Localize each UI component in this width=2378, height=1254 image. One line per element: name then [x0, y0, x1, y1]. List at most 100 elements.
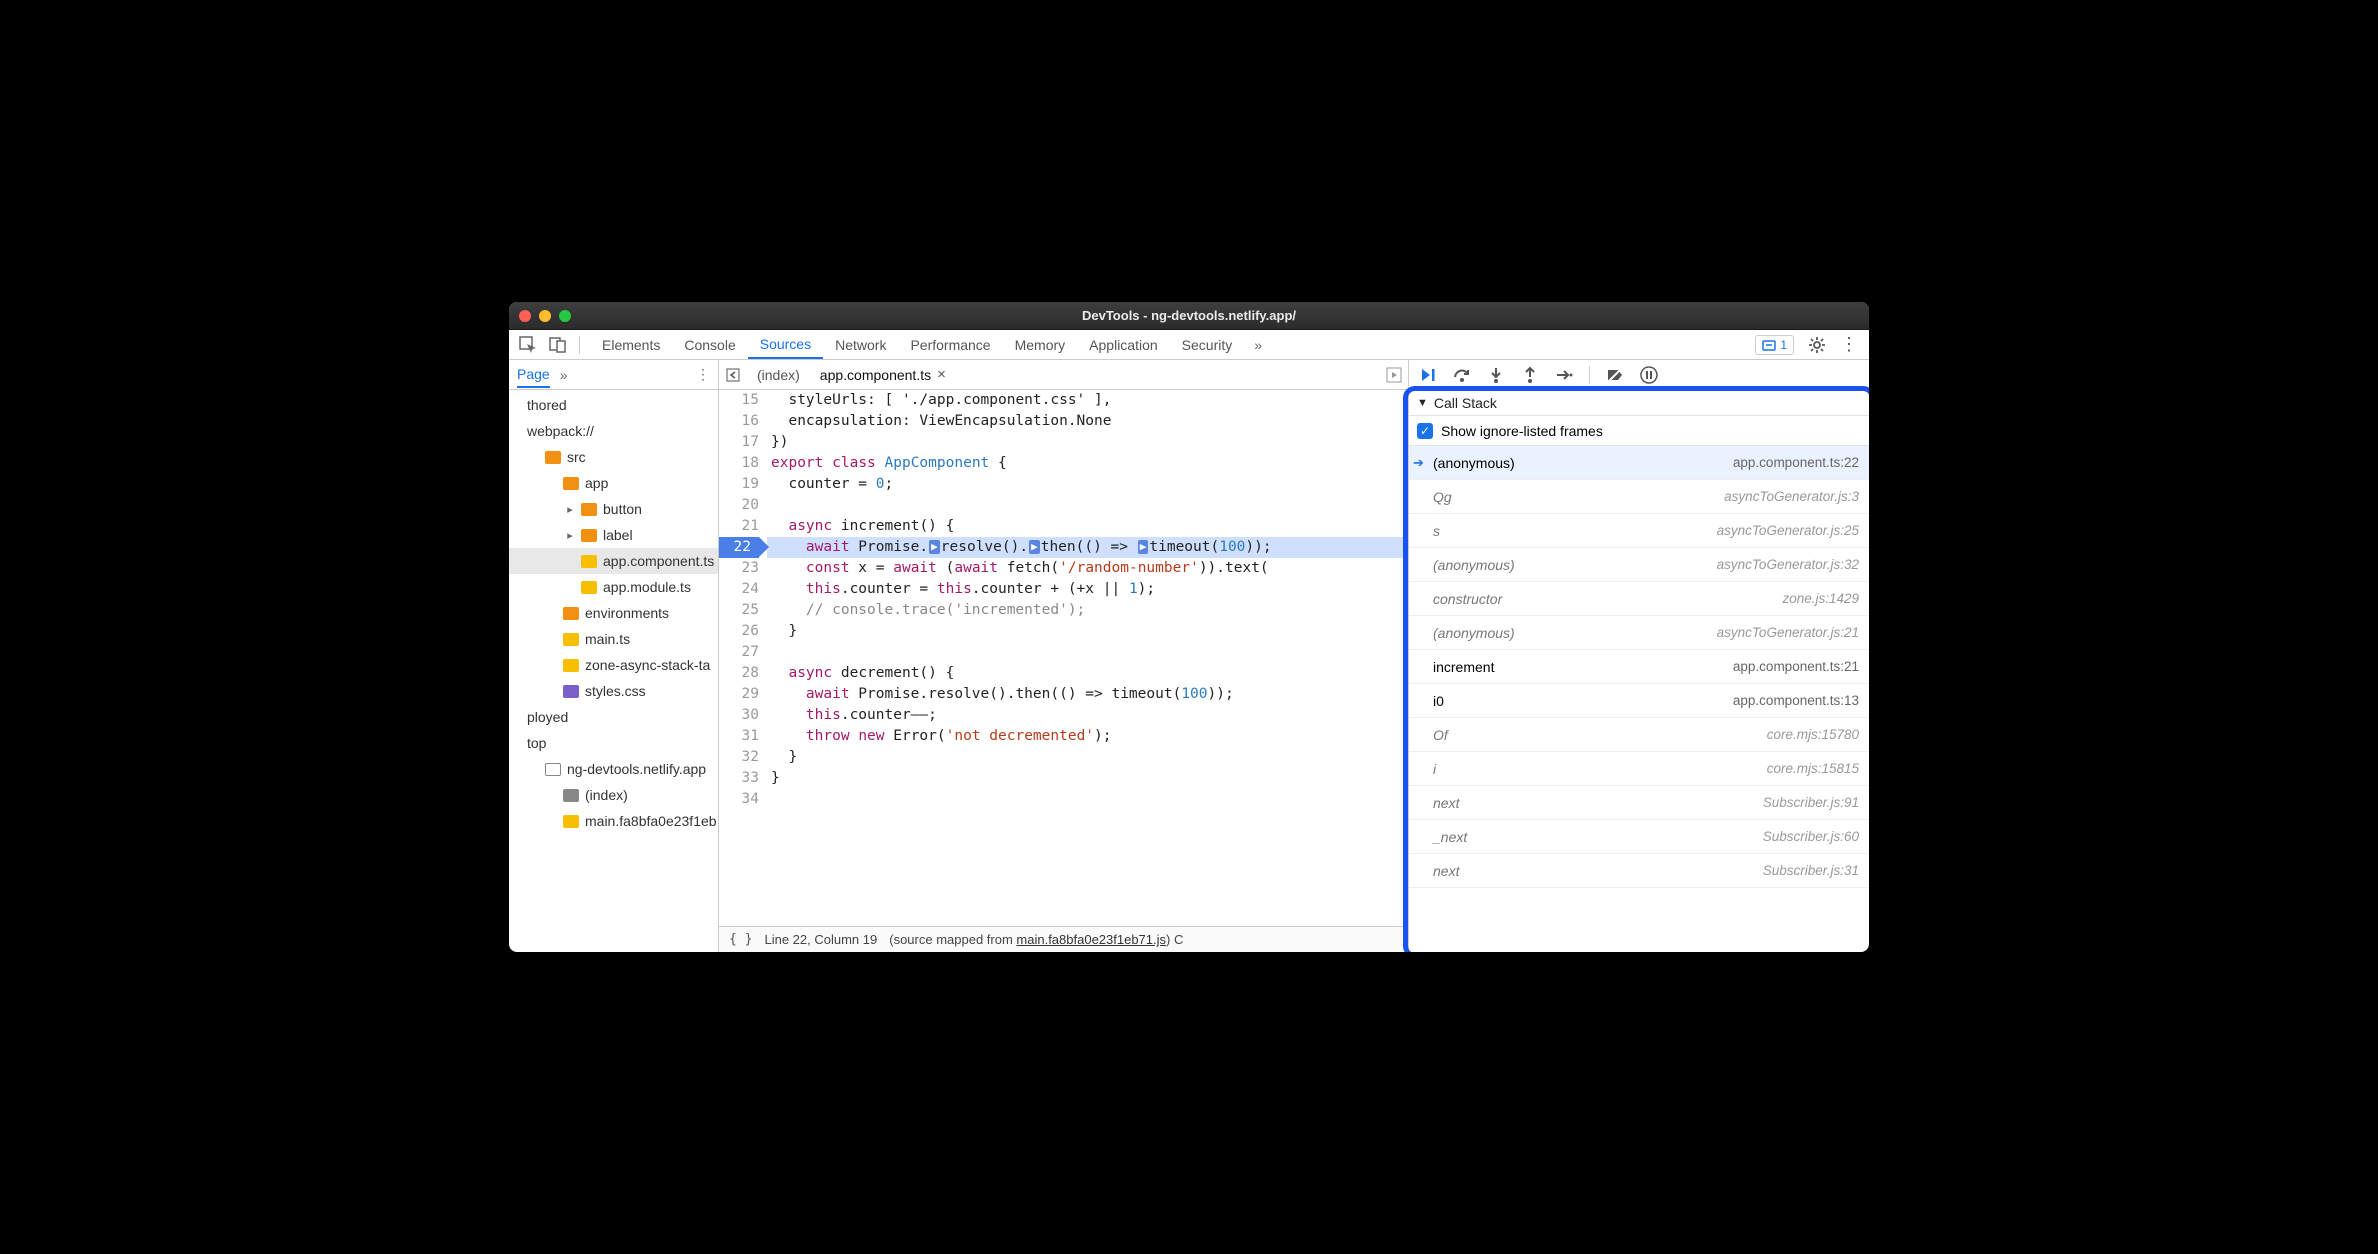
code-line[interactable]: const x = await (await fetch('/random-nu…: [767, 558, 1408, 579]
stack-frame[interactable]: i0app.component.ts:13: [1409, 684, 1869, 718]
stack-frame[interactable]: nextSubscriber.js:31: [1409, 854, 1869, 888]
code-line[interactable]: encapsulation: ViewEncapsulation.None: [767, 411, 1408, 432]
stack-frame[interactable]: incrementapp.component.ts:21: [1409, 650, 1869, 684]
tree-item[interactable]: top: [509, 730, 718, 756]
gutter-line[interactable]: 28: [719, 663, 759, 684]
stack-frame[interactable]: icore.mjs:15815: [1409, 752, 1869, 786]
code-line[interactable]: export class AppComponent {: [767, 453, 1408, 474]
code-line[interactable]: async increment() {: [767, 516, 1408, 537]
gutter-line[interactable]: 24: [719, 579, 759, 600]
code-line[interactable]: [767, 789, 1408, 810]
code-line[interactable]: }: [767, 768, 1408, 789]
stack-frame[interactable]: QgasyncToGenerator.js:3: [1409, 480, 1869, 514]
gutter-line[interactable]: 16: [719, 411, 759, 432]
gutter-line[interactable]: 19: [719, 474, 759, 495]
code-line[interactable]: await Promise.▶resolve().▶then(() => ▶ti…: [767, 537, 1408, 558]
tree-item[interactable]: app.component.ts: [509, 548, 718, 574]
editor-tab[interactable]: (index): [747, 360, 810, 389]
code-line[interactable]: await Promise.resolve().then(() => timeo…: [767, 684, 1408, 705]
tree-item[interactable]: ployed: [509, 704, 718, 730]
stack-frame[interactable]: constructorzone.js:1429: [1409, 582, 1869, 616]
main-tab-network[interactable]: Network: [823, 330, 898, 359]
main-tab-application[interactable]: Application: [1077, 330, 1170, 359]
step-into-icon[interactable]: [1487, 366, 1505, 384]
main-tab-sources[interactable]: Sources: [748, 330, 823, 359]
issues-badge[interactable]: 1: [1755, 335, 1794, 355]
main-tab-performance[interactable]: Performance: [898, 330, 1002, 359]
code-line[interactable]: throw new Error('not decremented');: [767, 726, 1408, 747]
code-content[interactable]: styleUrls: [ './app.component.css' ], en…: [767, 390, 1408, 926]
main-menu-kebab-icon[interactable]: ⋮: [1840, 334, 1859, 355]
tree-item[interactable]: ng-devtools.netlify.app: [509, 756, 718, 782]
step-icon[interactable]: [1555, 366, 1573, 384]
gutter-line[interactable]: 32: [719, 747, 759, 768]
gutter-line[interactable]: 31: [719, 726, 759, 747]
stack-frame[interactable]: sasyncToGenerator.js:25: [1409, 514, 1869, 548]
show-ignore-listed-checkbox[interactable]: ✓: [1417, 423, 1433, 439]
code-editor[interactable]: 1516171819202122232425262728293031323334…: [719, 390, 1408, 926]
tree-item[interactable]: app.module.ts: [509, 574, 718, 600]
tree-item[interactable]: src: [509, 444, 718, 470]
call-stack-header[interactable]: ▼ Call Stack: [1409, 390, 1869, 416]
stack-frame[interactable]: (anonymous)asyncToGenerator.js:32: [1409, 548, 1869, 582]
stack-frame[interactable]: _nextSubscriber.js:60: [1409, 820, 1869, 854]
gutter-line[interactable]: 15: [719, 390, 759, 411]
code-line[interactable]: async decrement() {: [767, 663, 1408, 684]
tree-item[interactable]: main.ts: [509, 626, 718, 652]
navigator-tab-page[interactable]: Page: [517, 366, 550, 388]
source-map-link[interactable]: main.fa8bfa0e23f1eb71.js: [1016, 932, 1166, 947]
disclosure-triangle-icon[interactable]: ▸: [565, 503, 575, 516]
step-over-icon[interactable]: [1453, 366, 1471, 384]
navigator-more-chevron-icon[interactable]: »: [560, 367, 568, 383]
gutter-line[interactable]: 27: [719, 642, 759, 663]
editor-tab[interactable]: app.component.ts×: [810, 360, 956, 389]
stack-frame[interactable]: (anonymous)asyncToGenerator.js:21: [1409, 616, 1869, 650]
pause-on-exceptions-icon[interactable]: [1640, 366, 1658, 384]
main-tab-console[interactable]: Console: [672, 330, 747, 359]
code-line[interactable]: [767, 495, 1408, 516]
call-stack-list[interactable]: (anonymous)app.component.ts:22QgasyncToG…: [1409, 446, 1869, 952]
gutter-line[interactable]: 22: [719, 537, 759, 558]
tree-item[interactable]: (index): [509, 782, 718, 808]
gutter-line[interactable]: 34: [719, 789, 759, 810]
code-line[interactable]: styleUrls: [ './app.component.css' ],: [767, 390, 1408, 411]
gutter-line[interactable]: 26: [719, 621, 759, 642]
code-line[interactable]: }: [767, 621, 1408, 642]
code-line[interactable]: this.counter––;: [767, 705, 1408, 726]
tree-item[interactable]: app: [509, 470, 718, 496]
code-line[interactable]: // console.trace('incremented');: [767, 600, 1408, 621]
gutter-line[interactable]: 30: [719, 705, 759, 726]
step-out-icon[interactable]: [1521, 366, 1539, 384]
show-ignore-listed-row[interactable]: ✓ Show ignore-listed frames: [1409, 416, 1869, 446]
settings-gear-icon[interactable]: [1808, 336, 1826, 354]
tree-item[interactable]: main.fa8bfa0e23f1eb: [509, 808, 718, 834]
navigator-menu-kebab-icon[interactable]: ⋮: [696, 366, 710, 383]
gutter-line[interactable]: 20: [719, 495, 759, 516]
more-tabs-chevron-icon[interactable]: »: [1246, 337, 1270, 353]
stack-frame[interactable]: (anonymous)app.component.ts:22: [1409, 446, 1869, 480]
stack-frame[interactable]: nextSubscriber.js:91: [1409, 786, 1869, 820]
code-line[interactable]: [767, 642, 1408, 663]
close-tab-icon[interactable]: ×: [937, 366, 946, 383]
gutter-line[interactable]: 23: [719, 558, 759, 579]
tree-item[interactable]: environments: [509, 600, 718, 626]
gutter-line[interactable]: 18: [719, 453, 759, 474]
editor-run-snippet-icon[interactable]: [1386, 367, 1402, 383]
pretty-print-icon[interactable]: { }: [729, 932, 752, 947]
gutter-line[interactable]: 29: [719, 684, 759, 705]
tree-item[interactable]: ▸button: [509, 496, 718, 522]
disclosure-triangle-icon[interactable]: ▸: [565, 529, 575, 542]
gutter-line[interactable]: 33: [719, 768, 759, 789]
tree-item[interactable]: ▸label: [509, 522, 718, 548]
main-tab-memory[interactable]: Memory: [1003, 330, 1078, 359]
line-gutter[interactable]: 1516171819202122232425262728293031323334: [719, 390, 767, 926]
gutter-line[interactable]: 25: [719, 600, 759, 621]
stack-frame[interactable]: Ofcore.mjs:15780: [1409, 718, 1869, 752]
code-line[interactable]: }): [767, 432, 1408, 453]
gutter-line[interactable]: 17: [719, 432, 759, 453]
gutter-line[interactable]: 21: [719, 516, 759, 537]
file-tree[interactable]: thoredwebpack://srcapp▸button▸labelapp.c…: [509, 390, 718, 952]
disclosure-triangle-icon[interactable]: ▼: [1417, 397, 1428, 409]
editor-nav-back-icon[interactable]: [725, 367, 741, 383]
deactivate-breakpoints-icon[interactable]: [1606, 366, 1624, 384]
